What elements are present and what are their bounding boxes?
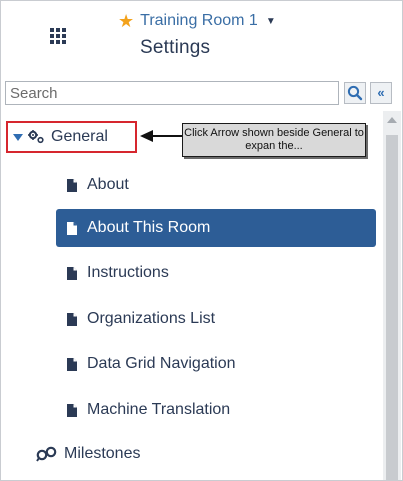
tree-node-general[interactable]: General bbox=[6, 121, 137, 153]
tree-item-label: Organizations List bbox=[87, 310, 216, 327]
caret-down-icon[interactable]: ▼ bbox=[266, 16, 276, 27]
gears-icon bbox=[28, 130, 44, 144]
star-icon[interactable]: ★ bbox=[118, 12, 134, 30]
tree-item-label: About bbox=[87, 176, 129, 193]
page-title: Settings bbox=[140, 37, 211, 58]
settings-panel: ★ Training Room 1 ▼ Settings « bbox=[0, 0, 403, 481]
document-icon bbox=[67, 403, 77, 417]
tree-item-instructions[interactable]: Instructions bbox=[67, 262, 169, 284]
tree-item-label: Instructions bbox=[87, 264, 169, 281]
tree-item-data-grid-navigation[interactable]: Data Grid Navigation bbox=[67, 353, 236, 375]
room-selector[interactable]: ★ Training Room 1 ▼ bbox=[118, 12, 276, 30]
settings-tree: General Click Arrow shown beside General… bbox=[1, 109, 381, 480]
tree-item-label: About This Room bbox=[87, 219, 211, 236]
collapse-panel-button[interactable]: « bbox=[370, 82, 392, 104]
general-label: General bbox=[51, 128, 108, 145]
apps-grid-icon[interactable] bbox=[50, 28, 66, 44]
tree-scrollbar[interactable] bbox=[383, 111, 401, 480]
document-icon bbox=[67, 357, 77, 371]
tree-item-label: Machine Translation bbox=[87, 401, 231, 418]
tree-item-about-this-room[interactable]: About This Room bbox=[67, 217, 210, 239]
milestones-icon bbox=[36, 446, 57, 462]
milestones-label: Milestones bbox=[64, 445, 141, 462]
search-bar: « bbox=[5, 81, 397, 105]
scroll-thumb[interactable] bbox=[386, 135, 398, 480]
room-name: Training Room 1 bbox=[140, 12, 258, 29]
search-icon bbox=[347, 85, 363, 101]
scroll-up-icon[interactable] bbox=[387, 117, 397, 123]
tree-item-machine-translation[interactable]: Machine Translation bbox=[67, 399, 230, 421]
tree-item-about[interactable]: About bbox=[67, 174, 129, 196]
tree-item-organizations-list[interactable]: Organizations List bbox=[67, 308, 215, 330]
tree-item-label: Data Grid Navigation bbox=[87, 355, 236, 372]
expand-arrow-icon[interactable] bbox=[13, 133, 23, 141]
callout-arrow-icon bbox=[140, 130, 184, 142]
double-chevron-left-icon: « bbox=[377, 85, 385, 100]
search-input[interactable] bbox=[5, 81, 339, 105]
document-icon bbox=[67, 266, 77, 280]
header: ★ Training Room 1 ▼ Settings bbox=[1, 1, 402, 73]
instruction-callout: Click Arrow shown beside General to expa… bbox=[182, 123, 366, 157]
document-icon bbox=[67, 178, 77, 192]
tree-node-milestones[interactable]: Milestones bbox=[36, 445, 140, 463]
search-button[interactable] bbox=[344, 82, 366, 104]
document-icon bbox=[67, 312, 77, 326]
document-icon bbox=[67, 221, 77, 235]
